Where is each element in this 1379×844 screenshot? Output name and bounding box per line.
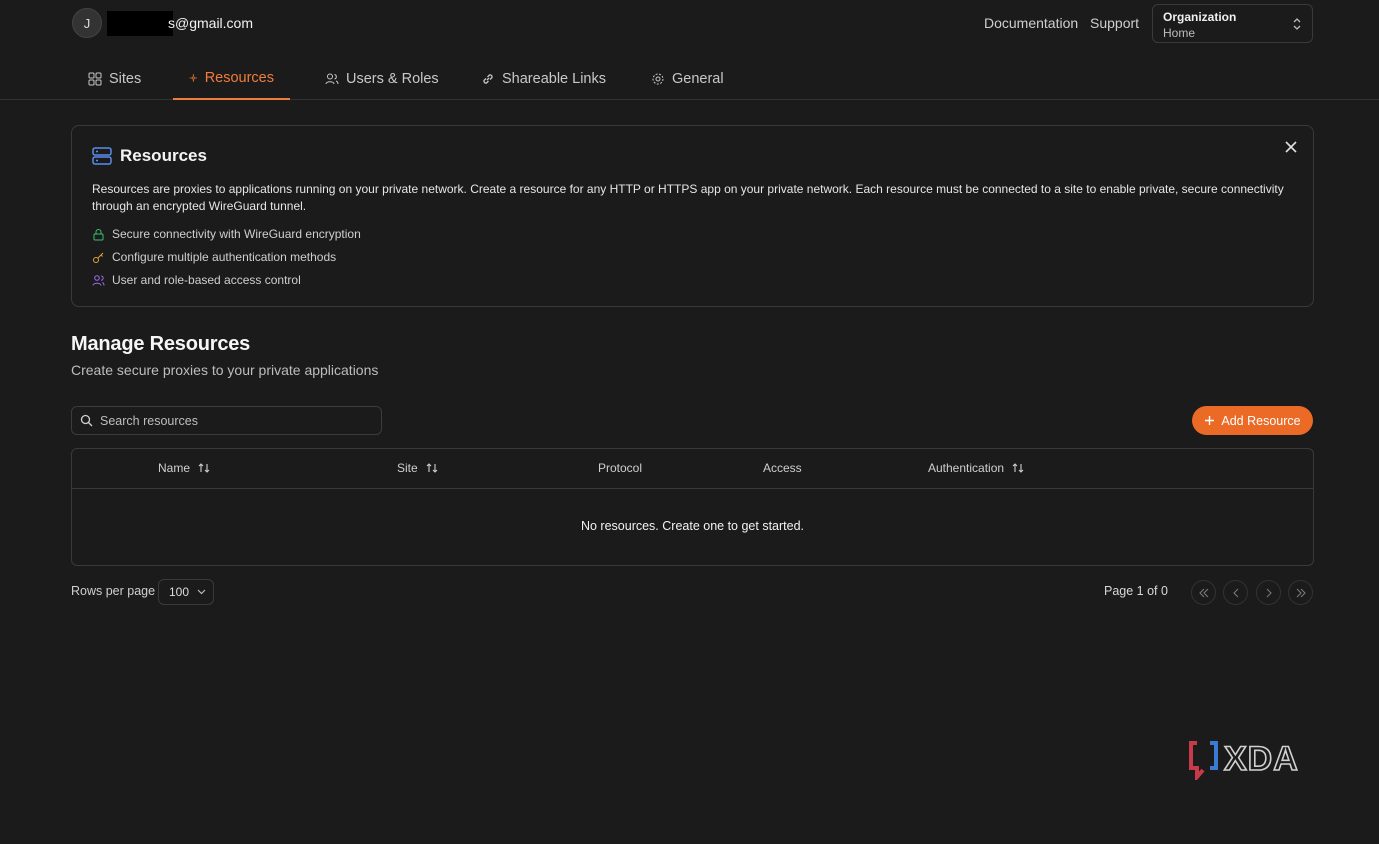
column-header-protocol: Protocol [598,461,642,475]
redacted-block [107,11,173,36]
table-header: Name Site Protocol Access Authentication [72,449,1313,489]
resources-info-card: Resources Resources are proxies to appli… [71,125,1314,307]
tab-users-roles-label: Users & Roles [346,71,439,87]
key-icon [93,252,104,263]
last-page-button[interactable] [1288,580,1313,605]
tab-general-label: General [672,71,724,87]
column-header-authentication-label: Authentication [928,461,1005,475]
organization-label: Organization [1163,10,1237,24]
tab-resources-label: Resources [204,70,274,86]
column-header-site-label: Site [397,461,418,475]
users-icon [92,274,105,286]
sites-icon [88,72,102,86]
add-resource-label: Add Resource [1221,413,1301,428]
feature-item: Secure connectivity with WireGuard encry… [92,227,361,241]
empty-state-message: No resources. Create one to get started. [580,519,805,533]
chevron-up-down-icon [1293,18,1301,30]
chevrons-left-icon [1198,588,1208,597]
close-icon[interactable] [1283,139,1299,155]
users-icon [325,73,339,85]
plus-icon [1205,416,1215,425]
chevron-right-icon [1266,588,1272,597]
add-resource-button[interactable]: Add Resource [1192,406,1313,435]
info-card-title: Resources [92,146,207,166]
link-icon [483,74,493,84]
column-header-authentication[interactable]: Authentication [928,461,1024,475]
rows-per-page-value: 100 [169,585,190,599]
page-subtitle: Create secure proxies to your private ap… [71,362,379,378]
feature-item: User and role-based access control [92,273,301,287]
watermark-text: XDA [1224,740,1299,778]
lock-icon [93,228,104,240]
info-card-title-text: Resources [120,146,207,165]
user-avatar[interactable]: J [72,8,102,38]
column-header-site[interactable]: Site [397,461,438,475]
first-page-button[interactable] [1191,580,1216,605]
resources-icon [189,74,198,82]
column-header-name-label: Name [158,461,191,475]
search-input[interactable] [100,413,370,428]
previous-page-button[interactable] [1223,580,1248,605]
feature-text: Configure multiple authentication method… [112,250,337,264]
top-header: J s@gmail.com Documentation Support Orga… [0,0,1379,100]
tab-shareable-links[interactable]: Shareable Links [465,58,622,100]
chevrons-right-icon [1296,588,1306,597]
tab-shareable-links-label: Shareable Links [502,71,606,87]
sort-icon [198,463,210,473]
tab-sites-label: Sites [109,71,142,87]
user-email: s@gmail.com [168,15,254,31]
search-box[interactable] [71,406,382,435]
feature-text: Secure connectivity with WireGuard encry… [112,227,361,241]
column-header-protocol-label: Protocol [598,461,643,475]
tab-sites[interactable]: Sites [72,58,157,100]
sort-icon [1012,463,1024,473]
column-header-name[interactable]: Name [158,461,210,475]
resources-table: Name Site Protocol Access Authentication… [71,448,1314,566]
feature-text: User and role-based access control [112,273,301,287]
organization-selector[interactable]: Organization Home [1152,4,1313,43]
support-link[interactable]: Support [1090,15,1139,31]
info-card-description: Resources are proxies to applications ru… [92,182,1284,213]
chevron-left-icon [1232,588,1238,597]
page-title: Manage Resources [71,333,251,355]
search-icon [80,414,93,427]
tab-users-roles[interactable]: Users & Roles [309,58,455,100]
documentation-link[interactable]: Documentation [984,15,1078,31]
tab-resources[interactable]: Resources [173,58,290,100]
next-page-button[interactable] [1256,580,1281,605]
gear-icon [652,73,664,85]
rows-per-page-select[interactable]: 100 [158,579,214,605]
feature-item: Configure multiple authentication method… [92,250,336,264]
server-icon [92,147,112,165]
column-header-access: Access [763,461,802,475]
sort-icon [426,463,438,473]
column-header-access-label: Access [763,461,802,475]
xda-watermark-logo: XDA [1189,740,1299,780]
organization-value: Home [1163,26,1196,40]
chevron-down-icon [197,589,206,595]
tab-general[interactable]: General [635,58,740,100]
page-info: Page 1 of 0 [1104,584,1168,598]
rows-per-page-label: Rows per page [71,584,156,598]
